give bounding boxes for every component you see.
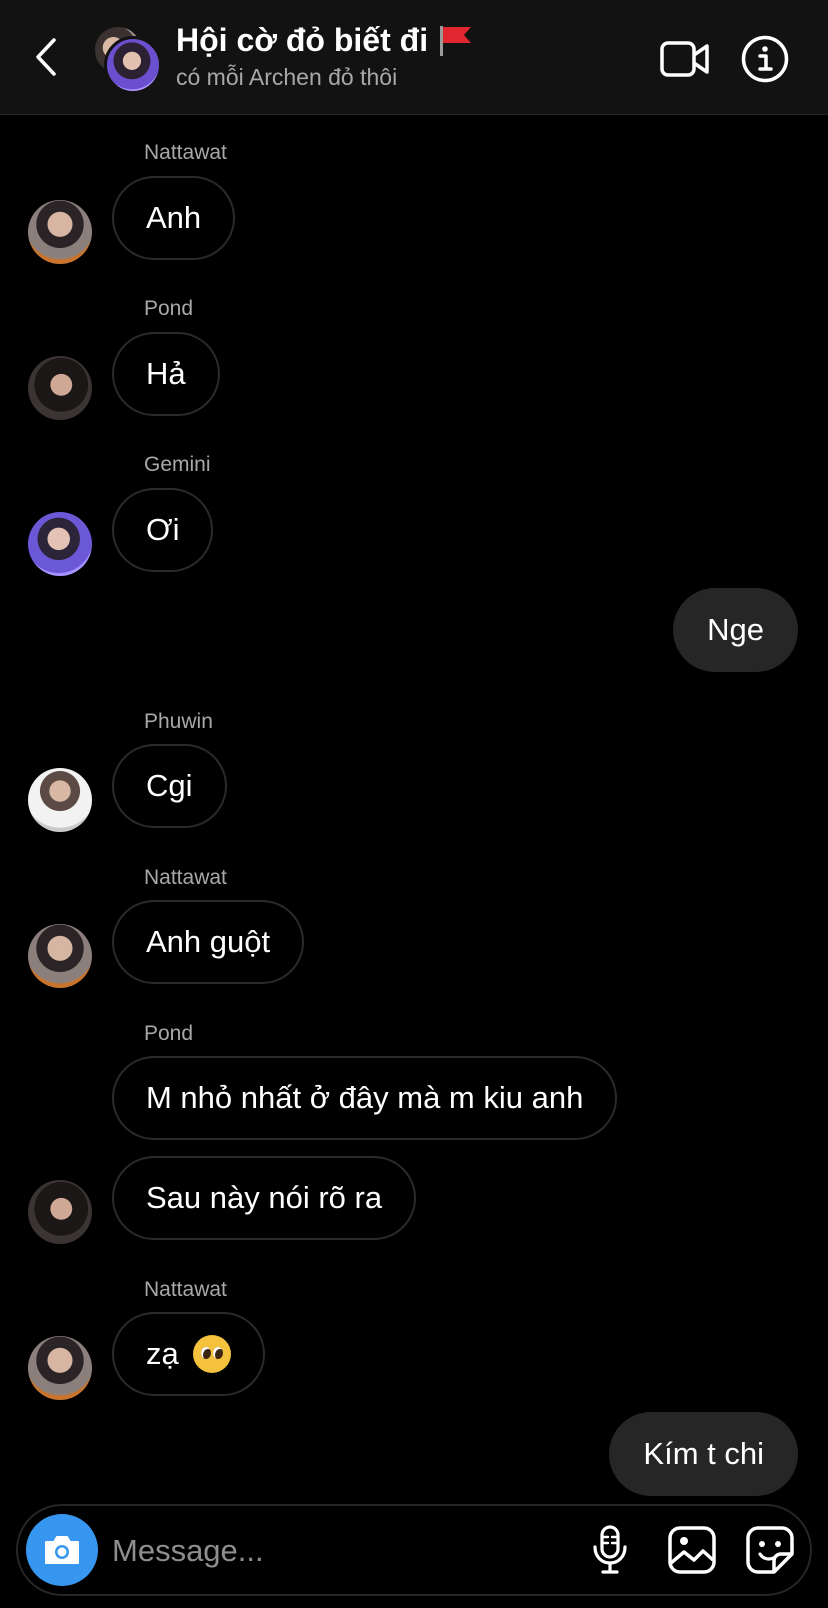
message-composer: [16, 1504, 812, 1596]
sender-name: Nattawat: [144, 866, 227, 889]
red-flag-emoji: [438, 24, 474, 58]
back-button[interactable]: [26, 32, 66, 82]
gemini-avatar[interactable]: [28, 512, 92, 576]
sticker-button[interactable]: [740, 1520, 800, 1580]
chat-header: Hội cờ đỏ biết đi có mỗi Archen đỏ thôi: [0, 0, 828, 115]
sender-name: Pond: [144, 297, 194, 320]
message-bubble[interactable]: Ơi: [112, 488, 214, 572]
sticker-icon: [746, 1526, 794, 1574]
message-bubble[interactable]: Anh guột: [112, 900, 305, 984]
sender-name: Phuwin: [144, 710, 213, 733]
message-input[interactable]: [110, 1522, 544, 1580]
outgoing-message-bubble[interactable]: Nge: [673, 588, 798, 672]
video-call-button[interactable]: [658, 32, 712, 86]
camera-button[interactable]: [26, 1514, 98, 1586]
message-bubble[interactable]: zạ: [112, 1312, 265, 1396]
message-text: zạ: [146, 1336, 179, 1371]
gallery-button[interactable]: [662, 1520, 722, 1580]
pond-avatar[interactable]: [28, 1180, 92, 1244]
voice-message-button[interactable]: [580, 1520, 640, 1580]
sender-name: Gemini: [144, 453, 211, 476]
chat-subtitle: có mỗi Archen đỏ thôi: [176, 64, 398, 90]
group-avatar[interactable]: [92, 24, 162, 94]
pond-avatar[interactable]: [28, 356, 92, 420]
video-camera-icon: [660, 41, 709, 77]
sender-name: Nattawat: [144, 1278, 227, 1301]
info-icon: [741, 35, 789, 83]
sender-name: Nattawat: [144, 141, 227, 164]
message-bubble[interactable]: M nhỏ nhất ở đây mà m kiu anh: [112, 1056, 618, 1140]
message-bubble[interactable]: Sau này nói rõ ra: [112, 1156, 417, 1240]
message-bubble[interactable]: Cgi: [112, 744, 227, 828]
phuwin-avatar[interactable]: [28, 768, 92, 832]
message-bubble[interactable]: Anh: [112, 176, 236, 260]
chevron-left-icon: [36, 38, 56, 76]
message-bubble[interactable]: Hả: [112, 332, 220, 416]
microphone-icon: [593, 1525, 627, 1574]
sender-name: Pond: [144, 1022, 194, 1045]
nattawat-avatar[interactable]: [28, 200, 92, 264]
info-button[interactable]: [738, 32, 792, 86]
group-avatar-front: [104, 36, 162, 94]
chat-title-text: Hội cờ đỏ biết đi: [176, 22, 429, 58]
nattawat-avatar[interactable]: [28, 1336, 92, 1400]
outgoing-message-bubble[interactable]: Kím t chi: [609, 1412, 798, 1496]
pleading-face-emoji: [192, 1335, 231, 1373]
chat-title[interactable]: Hội cờ đỏ biết đi: [176, 22, 474, 59]
nattawat-avatar[interactable]: [28, 924, 92, 988]
camera-icon: [45, 1536, 79, 1564]
image-icon: [668, 1526, 716, 1574]
